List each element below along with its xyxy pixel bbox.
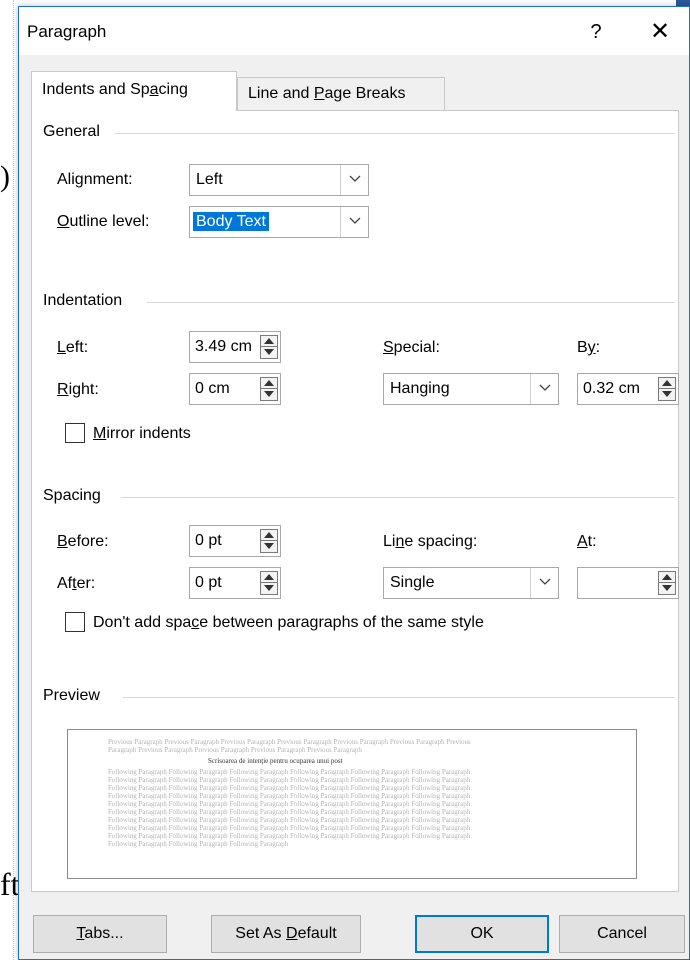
chevron-down-icon[interactable]: [340, 207, 368, 237]
by-label: By:: [577, 339, 601, 356]
outline-level-label: Outline level:: [57, 213, 150, 230]
preview-following-text: Following Paragraph Following Paragraph …: [108, 816, 471, 824]
spinner-buttons[interactable]: [260, 377, 278, 401]
spin-up-icon[interactable]: [659, 572, 675, 583]
preview-following-text: Following Paragraph Following Paragraph …: [108, 792, 471, 800]
set-as-default-button[interactable]: Set As Default: [211, 915, 361, 953]
spin-up-icon[interactable]: [659, 378, 675, 389]
preview-sample-text: Scrisoarea de intenţie pentru ocuparea u…: [208, 757, 343, 765]
preview-heading: Preview: [43, 687, 108, 705]
document-text-fragment: ft: [0, 866, 20, 902]
at-stepper[interactable]: [577, 567, 679, 599]
document-text-fragment: ): [0, 160, 10, 193]
by-stepper[interactable]: 0.32 cm: [577, 373, 679, 405]
line-spacing-value: Single: [390, 574, 435, 591]
alignment-dropdown[interactable]: Left: [189, 164, 369, 196]
chevron-down-icon[interactable]: [530, 374, 558, 404]
document-margin: [0, 0, 14, 960]
by-value: 0.32 cm: [583, 380, 640, 397]
preview-pane: Previous Paragraph Previous Paragraph Pr…: [67, 729, 637, 879]
at-label: At:: [577, 533, 597, 550]
spacing-after-stepper[interactable]: 0 pt: [189, 567, 281, 599]
chevron-down-icon[interactable]: [530, 568, 558, 598]
spin-down-icon[interactable]: [659, 389, 675, 400]
outline-level-value: Body Text: [193, 212, 269, 231]
dont-add-space-label[interactable]: Don't add space between paragraphs of th…: [93, 614, 484, 632]
spin-down-icon[interactable]: [261, 583, 277, 594]
cancel-button[interactable]: Cancel: [559, 915, 685, 953]
spin-down-icon[interactable]: [261, 541, 277, 552]
dialog-title: Paragraph: [27, 22, 107, 41]
preview-following-text: Following Paragraph Following Paragraph …: [108, 776, 471, 784]
left-indent-value: 3.49 cm: [195, 338, 252, 355]
spacing-heading: Spacing: [43, 487, 109, 505]
preview-following-text: Following Paragraph Following Paragraph …: [108, 808, 471, 816]
ok-button[interactable]: OK: [415, 915, 549, 953]
spinner-buttons[interactable]: [260, 529, 278, 553]
right-indent-label: Right:: [57, 381, 99, 398]
mirror-indents-label[interactable]: Mirror indents: [93, 425, 191, 443]
left-indent-stepper[interactable]: 3.49 cm: [189, 331, 281, 363]
spin-up-icon[interactable]: [261, 530, 277, 541]
preview-previous-text: Paragraph Previous Paragraph Previous Pa…: [108, 746, 362, 754]
dialog-titlebar: Paragraph ? ✕: [19, 7, 689, 55]
spinner-buttons[interactable]: [658, 571, 676, 595]
help-button[interactable]: ?: [581, 17, 611, 47]
tab-line-and-page-breaks[interactable]: Line and Page Breaks: [237, 77, 445, 111]
spacing-before-value: 0 pt: [195, 532, 222, 549]
outline-level-dropdown[interactable]: Body Text: [189, 206, 369, 238]
spin-down-icon[interactable]: [261, 347, 277, 358]
special-label: Special:: [383, 339, 440, 356]
preview-following-text: Following Paragraph Following Paragraph …: [108, 768, 471, 776]
special-value: Hanging: [390, 380, 450, 397]
indentation-heading: Indentation: [43, 292, 131, 310]
group-divider: [121, 497, 675, 498]
line-spacing-label: Line spacing:: [383, 533, 478, 550]
mirror-indents-checkbox[interactable]: [65, 423, 85, 443]
preview-following-text: Following Paragraph Following Paragraph …: [108, 840, 289, 848]
preview-previous-text: Previous Paragraph Previous Paragraph Pr…: [108, 738, 471, 746]
spin-up-icon[interactable]: [261, 336, 277, 347]
alignment-value: Left: [196, 171, 223, 188]
tab-indents-and-spacing[interactable]: Indents and Spacing: [31, 71, 237, 111]
spinner-buttons[interactable]: [260, 571, 278, 595]
spin-up-icon[interactable]: [261, 572, 277, 583]
tabs-button[interactable]: Tabs...: [33, 915, 167, 953]
group-divider: [147, 302, 675, 303]
dont-add-space-checkbox[interactable]: [65, 612, 85, 632]
spin-up-icon[interactable]: [261, 378, 277, 389]
group-divider: [123, 697, 675, 698]
spacing-after-value: 0 pt: [195, 574, 222, 591]
close-icon[interactable]: ✕: [643, 17, 677, 47]
spacing-before-label: Before:: [57, 533, 109, 550]
group-divider: [115, 133, 675, 134]
spin-down-icon[interactable]: [659, 583, 675, 594]
preview-following-text: Following Paragraph Following Paragraph …: [108, 800, 471, 808]
preview-following-text: Following Paragraph Following Paragraph …: [108, 824, 471, 832]
spinner-buttons[interactable]: [658, 377, 676, 401]
chevron-down-icon[interactable]: [340, 165, 368, 195]
spacing-after-label: After:: [57, 575, 96, 592]
paragraph-dialog: Paragraph ? ✕ Indents and Spacing Line a…: [18, 6, 690, 960]
alignment-label: Alignment:: [57, 171, 133, 188]
right-indent-stepper[interactable]: 0 cm: [189, 373, 281, 405]
right-indent-value: 0 cm: [195, 380, 230, 397]
preview-following-text: Following Paragraph Following Paragraph …: [108, 784, 471, 792]
line-spacing-dropdown[interactable]: Single: [383, 567, 559, 599]
spacing-before-stepper[interactable]: 0 pt: [189, 525, 281, 557]
general-heading: General: [43, 123, 108, 141]
preview-following-text: Following Paragraph Following Paragraph …: [108, 832, 471, 840]
special-dropdown[interactable]: Hanging: [383, 373, 559, 405]
spin-down-icon[interactable]: [261, 389, 277, 400]
left-indent-label: Left:: [57, 339, 89, 356]
spinner-buttons[interactable]: [260, 335, 278, 359]
